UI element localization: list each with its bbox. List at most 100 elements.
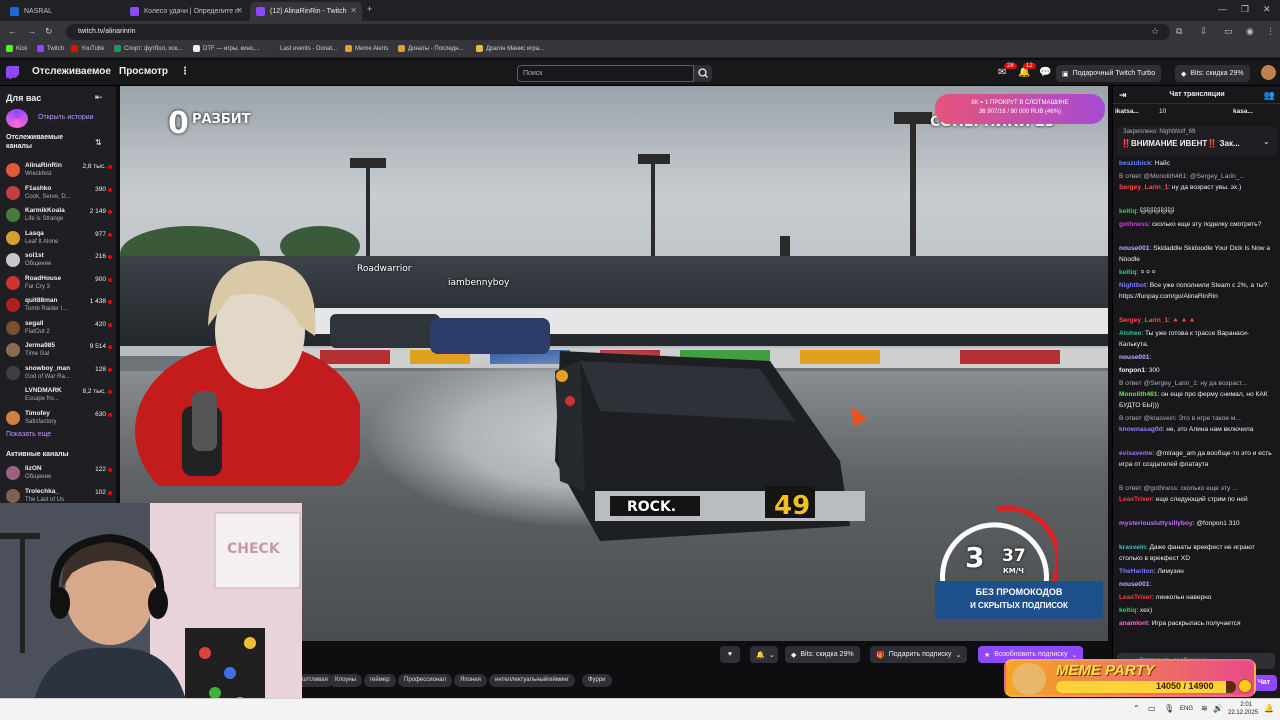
bookmark-item[interactable]: Драгон Манис игра... [476, 45, 544, 52]
chat-message[interactable]: mysteriousluttysillyboy: @fonpon1 310 [1119, 518, 1275, 529]
chat-message[interactable]: nouse001: [1119, 352, 1275, 363]
sidebar-channel-item[interactable]: segall FlatOut 2 420 [0, 318, 116, 340]
chat-message[interactable]: В ответ @Sergey_Larin_1: ну да возраст..… [1119, 378, 1275, 411]
users-icon[interactable]: 👥 [1264, 86, 1275, 104]
close-icon[interactable]: ✕ [350, 6, 357, 15]
chevron-down-icon[interactable]: ⌄ [1263, 137, 1270, 146]
sidebar-channel-item[interactable]: sol1st Общение 216 [0, 250, 116, 272]
sidebar-channel-item[interactable]: RoadHouse Far Cry 3 900 [0, 273, 116, 295]
chat-message[interactable]: fonpon1: 300 [1119, 365, 1275, 376]
search-input[interactable]: Поиск [517, 65, 694, 82]
tag-pill[interactable]: Япония [454, 674, 487, 687]
chat-username[interactable]: fonpon1 [1119, 367, 1145, 374]
chat-message[interactable]: keltiq: 🐱🐱🐱🐱🐱 [1119, 206, 1275, 217]
tag-pill[interactable]: Клоуны [329, 674, 362, 687]
nav-browse[interactable]: Просмотр [119, 66, 168, 77]
collapse-chat-icon[interactable]: ⇥ [1119, 86, 1127, 104]
tag-pill[interactable]: Профессионал [398, 674, 453, 687]
chat-message[interactable]: krasvein: Даже фанаты врекфест не играют… [1119, 542, 1275, 564]
search-button[interactable] [694, 65, 712, 82]
microphone-icon[interactable]: 🎙 [1164, 704, 1174, 713]
maximize-icon[interactable]: ❐ [1241, 4, 1249, 15]
chat-username[interactable]: keltiq [1119, 269, 1136, 276]
nav-following[interactable]: Отслеживаемое [32, 66, 111, 77]
avatar[interactable] [1261, 65, 1276, 80]
tab-wheel[interactable]: Колесо удачи | Определите п ✕ [124, 2, 248, 21]
chat-message[interactable]: keltiq: ⚪⚪⚪ [1119, 267, 1275, 278]
chat-message[interactable]: LeaxTrixer: линкольн наверно [1119, 592, 1275, 603]
reload-icon[interactable]: ↻ [45, 26, 53, 37]
chat-username[interactable]: anamlonl [1119, 620, 1148, 627]
sidebar-channel-item[interactable]: Lasqa Leaf It Alone 977 [0, 228, 116, 250]
notifications-toggle-button[interactable]: 🔔 ⌄ [750, 646, 778, 663]
top-user[interactable]: kasa... [1233, 108, 1253, 115]
chat-username[interactable]: LeaxTrixer [1119, 496, 1152, 503]
forward-icon[interactable]: → [27, 26, 36, 36]
turbo-gift-button[interactable]: ▣ Подарочный Twitch Turbo [1056, 65, 1162, 82]
chat-username[interactable]: Sergey_Larin_1 [1119, 184, 1168, 191]
chat-username[interactable]: evisaveme [1119, 450, 1152, 457]
bookmark-item[interactable]: Kick [6, 45, 27, 52]
collapse-sidebar-icon[interactable]: ⇤ [95, 92, 103, 103]
profile-icon[interactable]: ◉ [1246, 26, 1254, 37]
tag-pill[interactable]: геймер [364, 674, 396, 687]
sidebar-channel-item[interactable]: KarmikKoala Life is Strange 2 149 [0, 205, 116, 227]
twitch-logo-icon[interactable] [6, 66, 19, 79]
new-tab-icon[interactable]: + [367, 4, 372, 14]
chat-username[interactable]: Atohee [1119, 330, 1141, 337]
bookmark-item[interactable]: Спорт: футбол, хок... [114, 45, 182, 52]
clock-time[interactable]: 2:01 [1228, 702, 1252, 708]
stories-link[interactable]: Открыть истории [38, 114, 94, 121]
url-input[interactable]: twitch.tv/alinarinrin [66, 24, 1170, 40]
sidebar-channel-item[interactable]: AlinaRinRin Wreckfest 2,8 тыс. [0, 160, 116, 182]
language-indicator[interactable]: ENG [1180, 706, 1193, 712]
chat-message[interactable]: keltiq: хех) [1119, 605, 1275, 616]
tab-nasral[interactable]: NASRAL [4, 2, 124, 21]
bookmark-item[interactable]: Last events - Donat... [270, 45, 337, 52]
close-icon[interactable]: ✕ [236, 6, 243, 15]
sidebar-channel-item[interactable]: Timofey Satisfactory 630 [0, 408, 116, 430]
sidebar-channel-item[interactable]: quit88man Tomb Raider I... 1 438 [0, 295, 116, 317]
chat-username[interactable]: knownasag0d [1119, 426, 1163, 433]
sidebar-channel-item[interactable]: lizON Общение 122 [0, 463, 116, 485]
more-icon[interactable]: ⋮ [180, 66, 190, 77]
top-user[interactable]: ikatsa... [1115, 108, 1139, 115]
bookmark-item[interactable]: Twitch [37, 45, 64, 52]
stories-avatar[interactable] [6, 109, 28, 128]
chat-message[interactable]: TheHariton: Лимузин [1119, 566, 1275, 577]
chat-username[interactable]: nouse001 [1119, 581, 1149, 588]
bookmark-item[interactable]: YouTube [71, 45, 105, 52]
chat-username[interactable]: mysteriousluttysillyboy [1119, 520, 1193, 527]
chat-username[interactable]: Nightbot [1119, 282, 1146, 289]
chat-message[interactable]: beszubick: Найс [1119, 158, 1275, 169]
tag-pill[interactable]: Фурри [582, 674, 612, 687]
menu-icon[interactable]: ⋮ [1266, 26, 1275, 37]
sort-icon[interactable]: ⇅ [95, 138, 102, 147]
chat-message[interactable]: Atohee: Ты уже готова к трассе Варанаси-… [1119, 328, 1275, 350]
bookmark-star-icon[interactable]: ☆ [1151, 26, 1159, 37]
downloads-icon[interactable]: ⇩ [1200, 26, 1208, 37]
minimize-icon[interactable]: — [1218, 4, 1227, 14]
clock-date[interactable]: 22.12.2025 [1228, 710, 1258, 716]
tag-pill[interactable]: интеллектуальныйгейминг [489, 674, 575, 687]
wifi-icon[interactable]: ≋ [1201, 704, 1208, 713]
show-more-link[interactable]: Показать еще [6, 431, 51, 438]
chat-message[interactable]: evisaveme: @mirage_am да вообще-то это и… [1119, 448, 1275, 470]
chat-message[interactable]: Sergey_Larin_1: 🔺🔺🔺 [1119, 315, 1275, 326]
chat-message[interactable]: nouse001: Skidaddle Skidoodle Your Dick … [1119, 243, 1275, 265]
follow-heart-button[interactable]: ♥ [720, 646, 740, 663]
chat-username[interactable]: krasvein [1119, 544, 1146, 551]
chevron-up-icon[interactable]: ⌃ [1133, 704, 1140, 713]
bookmark-item[interactable]: Meme Alerts [345, 45, 388, 52]
gift-sub-button[interactable]: 🎁 Подарить подписку ⌄ [870, 646, 968, 663]
chat-username[interactable]: gothness [1119, 221, 1148, 228]
sidebar-channel-item[interactable]: snowboy_man God of War Ra... 128 [0, 363, 116, 385]
extensions-icon[interactable]: ⧉ [1176, 26, 1182, 37]
split-icon[interactable]: ▭ [1224, 26, 1233, 37]
chat-message[interactable]: gothness: сколько еще эту поделку смотре… [1119, 219, 1275, 230]
sidebar-channel-item[interactable]: F1ashko Cook, Serve, D... 390 [0, 183, 116, 205]
bookmark-item[interactable]: DTF — игры, кино,... [193, 45, 260, 52]
chat-message[interactable]: nouse001: [1119, 579, 1275, 590]
notification-center-icon[interactable]: 🔔 [1264, 704, 1274, 713]
sidebar-channel-item[interactable]: Jerma985 Time Gal 9 514 [0, 340, 116, 362]
